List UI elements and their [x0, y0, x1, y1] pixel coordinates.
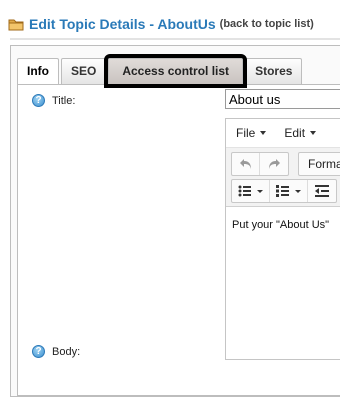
editor-menubar: File Edit: [226, 119, 340, 148]
undo-button[interactable]: [232, 153, 260, 175]
help-icon[interactable]: ?: [32, 345, 45, 358]
list-group: [231, 179, 337, 203]
header-divider: [10, 38, 340, 40]
file-menu-label: File: [236, 126, 256, 140]
tab-panel: Info SEO Access control list Stores ? Ti…: [10, 45, 340, 397]
title-input[interactable]: [225, 89, 340, 109]
edit-menu-label: Edit: [284, 126, 306, 140]
bullet-list-button[interactable]: [232, 180, 270, 202]
edit-menu[interactable]: Edit: [278, 126, 322, 140]
redo-button[interactable]: [260, 153, 288, 175]
tab-info[interactable]: Info: [17, 58, 59, 85]
tab-stores[interactable]: Stores: [245, 58, 303, 84]
format-label: Forma: [308, 157, 340, 171]
info-tab-content: ? Title: File Edit Forma: [17, 84, 340, 396]
body-field-label: ? Body:: [32, 345, 80, 358]
format-group: Forma: [298, 152, 340, 176]
tab-access-control-list[interactable]: Access control list: [104, 54, 248, 88]
redo-icon: [269, 159, 280, 169]
bullet-list-icon: [238, 185, 263, 197]
editor-toolbar: Forma: [226, 148, 340, 207]
history-group: [231, 152, 289, 176]
tab-seo[interactable]: SEO: [61, 58, 107, 84]
dropdown-caret-icon: [310, 131, 317, 135]
numbered-list-button[interactable]: [270, 180, 308, 202]
tab-bar: Info SEO Access control list Stores: [17, 54, 304, 88]
editor-content[interactable]: Put your "About Us": [226, 207, 340, 243]
numbered-list-icon: [275, 185, 301, 197]
format-dropdown[interactable]: Forma: [299, 153, 340, 175]
folder-icon: [8, 19, 24, 31]
back-to-topic-list-link[interactable]: (back to topic list): [220, 18, 314, 30]
body-label: Body:: [52, 345, 81, 358]
rich-text-editor: File Edit Forma Put your "About Us": [225, 118, 340, 360]
page-header: Edit Topic Details - AboutUs (back to to…: [8, 13, 314, 35]
file-menu[interactable]: File: [230, 126, 272, 140]
outdent-button[interactable]: [308, 180, 336, 202]
undo-icon: [239, 159, 251, 169]
help-icon[interactable]: ?: [32, 94, 45, 107]
page-title: Edit Topic Details - AboutUs: [29, 16, 216, 32]
title-field-label: ? Title:: [32, 94, 75, 107]
dropdown-caret-icon: [260, 131, 267, 135]
outdent-icon: [315, 185, 329, 197]
title-label: Title:: [52, 94, 76, 107]
